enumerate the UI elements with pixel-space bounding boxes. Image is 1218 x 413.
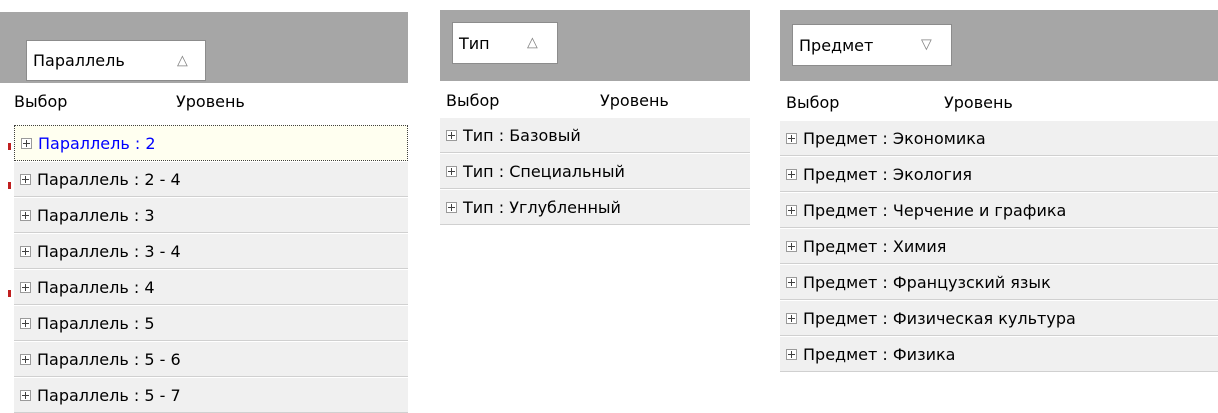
group-by-area: Тип △ bbox=[440, 10, 750, 81]
column-header-uroven[interactable]: Уровень bbox=[944, 93, 1013, 112]
row-label: Предмет : Химия bbox=[803, 236, 947, 256]
group-row[interactable]: Предмет : Экономика bbox=[780, 120, 1218, 156]
column-header-row: Выбор Уровень bbox=[0, 85, 408, 117]
group-row[interactable]: Тип : Специальный bbox=[440, 153, 750, 189]
row-label: Тип : Базовый bbox=[463, 125, 581, 145]
group-row[interactable]: Параллель : 2 - 4 bbox=[14, 161, 408, 197]
sort-ascending-icon[interactable]: △ bbox=[177, 52, 188, 68]
row-label: Параллель : 3 - 4 bbox=[37, 241, 181, 261]
plus-box-icon[interactable] bbox=[446, 129, 457, 141]
column-header-uroven[interactable]: Уровень bbox=[600, 91, 669, 110]
row-label: Параллель : 5 - 6 bbox=[37, 349, 181, 369]
grid-panel-parallel: Параллель △ Выбор Уровень Параллель : 2 … bbox=[0, 0, 408, 413]
group-chip-type[interactable]: Тип △ bbox=[452, 22, 558, 64]
plus-box-icon[interactable] bbox=[786, 132, 797, 144]
row-label: Параллель : 4 bbox=[37, 277, 155, 297]
cut-off-edge-marks bbox=[0, 0, 12, 407]
column-header-vybor[interactable]: Выбор bbox=[786, 93, 839, 112]
group-row[interactable]: Параллель : 5 - 6 bbox=[14, 341, 408, 377]
group-row[interactable]: Предмет : Физика bbox=[780, 336, 1218, 372]
plus-box-icon[interactable] bbox=[786, 168, 797, 180]
group-row[interactable]: Параллель : 5 - 7 bbox=[14, 377, 408, 413]
group-row[interactable]: Параллель : 3 bbox=[14, 197, 408, 233]
edge-mark bbox=[8, 182, 11, 189]
column-header-vybor[interactable]: Выбор bbox=[446, 91, 499, 110]
plus-box-icon[interactable] bbox=[446, 165, 457, 177]
column-header-row: Выбор Уровень bbox=[440, 83, 750, 117]
edge-mark bbox=[8, 290, 11, 297]
row-label: Параллель : 2 - 4 bbox=[37, 169, 181, 189]
group-by-area: Предмет ▽ bbox=[780, 10, 1218, 81]
plus-box-icon[interactable] bbox=[446, 201, 457, 213]
group-rows: Параллель : 2 Параллель : 2 - 4 Параллел… bbox=[14, 125, 408, 413]
grid-panel-type: Тип △ Выбор Уровень Тип : Базовый Тип : … bbox=[440, 0, 750, 240]
group-chip-label: Тип bbox=[459, 33, 490, 53]
plus-box-icon[interactable] bbox=[786, 240, 797, 252]
row-label: Параллель : 5 - 7 bbox=[37, 385, 181, 405]
group-row[interactable]: Предмет : Черчение и графика bbox=[780, 192, 1218, 228]
group-row[interactable]: Тип : Базовый bbox=[440, 117, 750, 153]
plus-box-icon[interactable] bbox=[21, 137, 32, 149]
plus-box-icon[interactable] bbox=[786, 204, 797, 216]
sort-ascending-icon[interactable]: △ bbox=[527, 35, 538, 51]
row-label: Предмет : Черчение и графика bbox=[803, 200, 1067, 220]
group-row[interactable]: Параллель : 3 - 4 bbox=[14, 233, 408, 269]
plus-box-icon[interactable] bbox=[20, 245, 31, 257]
row-label: Тип : Углубленный bbox=[463, 197, 621, 217]
row-label: Предмет : Французский язык bbox=[803, 272, 1051, 292]
plus-box-icon[interactable] bbox=[786, 348, 797, 360]
plus-box-icon[interactable] bbox=[20, 173, 31, 185]
group-row[interactable]: Предмет : Французский язык bbox=[780, 264, 1218, 300]
group-chip-subject[interactable]: Предмет ▽ bbox=[792, 24, 952, 66]
plus-box-icon[interactable] bbox=[20, 281, 31, 293]
plus-box-icon[interactable] bbox=[20, 209, 31, 221]
row-label: Параллель : 3 bbox=[37, 205, 155, 225]
plus-box-icon[interactable] bbox=[786, 312, 797, 324]
group-row[interactable]: Параллель : 2 bbox=[14, 125, 408, 161]
column-header-vybor[interactable]: Выбор bbox=[14, 92, 67, 111]
sort-descending-icon[interactable]: ▽ bbox=[921, 37, 932, 53]
plus-box-icon[interactable] bbox=[786, 276, 797, 288]
group-by-area: Параллель △ bbox=[0, 12, 408, 83]
plus-box-icon[interactable] bbox=[20, 353, 31, 365]
group-chip-label: Предмет bbox=[799, 35, 874, 55]
group-row[interactable]: Предмет : Химия bbox=[780, 228, 1218, 264]
group-row[interactable]: Предмет : Экология bbox=[780, 156, 1218, 192]
row-label: Тип : Специальный bbox=[463, 161, 625, 181]
plus-box-icon[interactable] bbox=[20, 389, 31, 401]
column-header-row: Выбор Уровень bbox=[780, 85, 1218, 119]
group-row[interactable]: Тип : Углубленный bbox=[440, 189, 750, 225]
group-row[interactable]: Предмет : Физическая культура bbox=[780, 300, 1218, 336]
row-label: Предмет : Экология bbox=[803, 164, 972, 184]
group-chip-parallel[interactable]: Параллель △ bbox=[26, 40, 206, 81]
row-label: Предмет : Физическая культура bbox=[803, 308, 1076, 328]
plus-box-icon[interactable] bbox=[20, 317, 31, 329]
group-row[interactable]: Параллель : 5 bbox=[14, 305, 408, 341]
row-label: Параллель : 2 bbox=[38, 133, 156, 153]
group-row[interactable]: Параллель : 4 bbox=[14, 269, 408, 305]
group-rows: Предмет : Экономика Предмет : Экология П… bbox=[780, 120, 1218, 372]
row-label: Параллель : 5 bbox=[37, 313, 155, 333]
group-rows: Тип : Базовый Тип : Специальный Тип : Уг… bbox=[440, 117, 750, 225]
column-header-uroven[interactable]: Уровень bbox=[176, 92, 245, 111]
grid-panel-subject: Предмет ▽ Выбор Уровень Предмет : Эконом… bbox=[780, 0, 1218, 380]
row-label: Предмет : Физика bbox=[803, 344, 956, 364]
group-chip-label: Параллель bbox=[33, 51, 125, 70]
edge-mark bbox=[8, 143, 11, 150]
row-label: Предмет : Экономика bbox=[803, 128, 986, 148]
